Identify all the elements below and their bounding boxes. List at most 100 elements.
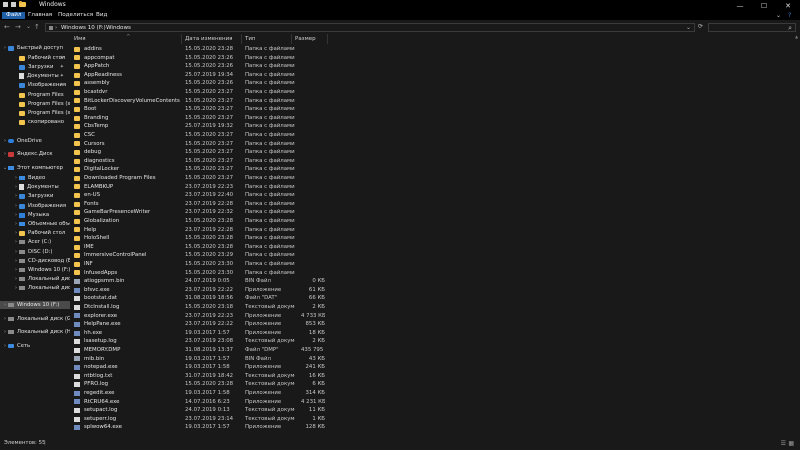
expand-chevron-icon[interactable]: › [14,212,18,218]
sidebar-item[interactable]: Рабочий стол ✦ [0,54,70,62]
file-row[interactable]: diagnostics 15.05.2020 23:27 Папка с файла… [71,157,800,166]
expand-chevron-icon[interactable]: › [3,343,7,349]
expand-chevron-icon[interactable]: › [3,316,7,322]
breadcrumb-windows[interactable]: Windows [106,24,131,32]
column-name[interactable]: Имя ^ [71,34,182,44]
file-row[interactable]: RtCRU64.exe 14.07.2016 6:23 Приложение 4 23… [71,398,800,407]
file-row[interactable]: bcastdvr 15.05.2020 23:27 Папка с файлами [71,88,800,97]
expand-chevron-icon[interactable]: › [14,285,18,291]
sidebar-item[interactable]: › Windows 10 (F:) [0,266,70,274]
expand-chevron-icon[interactable]: ⌄ [3,165,7,171]
sidebar-item[interactable]: Program Files (x86) [0,109,70,117]
expand-chevron-icon[interactable]: › [14,221,18,227]
expand-chevron-icon[interactable]: › [3,329,7,335]
file-row[interactable]: Branding 15.05.2020 23:27 Папка с файлами [71,114,800,123]
file-row[interactable]: INF 15.05.2020 23:30 Папка с файлами [71,260,800,269]
large-icons-view-icon[interactable]: ▦ [788,440,794,447]
column-date[interactable]: Дата изменения [182,34,242,44]
file-row[interactable]: hh.exe 19.03.2017 1:57 Приложение 18 КБ [71,329,800,338]
up-arrow-icon[interactable]: ↑ [34,23,40,31]
details-view-icon[interactable]: ☰ [781,440,786,447]
file-row[interactable]: Cursors 15.05.2020 23:27 Папка с файлами [71,140,800,149]
file-row[interactable]: explorer.exe 23.07.2019 22:23 Приложение 4 … [71,312,800,321]
recent-locations-icon[interactable]: ⌄ [26,23,31,30]
help-icon[interactable]: ? [788,12,791,19]
sidebar-item[interactable]: Program Files (x86) [0,100,70,108]
file-row[interactable]: mib.bin 19.03.2017 1:57 BIN Файл 43 КБ [71,355,800,364]
maximize-button[interactable]: ☐ [752,0,776,11]
file-row[interactable]: AppReadiness 25.07.2019 19:34 Папка с файл… [71,71,800,80]
file-row[interactable]: en-US 23.07.2019 22:40 Папка с файлами [71,191,800,200]
sidebar-item[interactable]: ⌄ Этот компьютер [0,164,70,172]
sidebar-item[interactable]: › Локальный диск (G [0,275,70,283]
file-row[interactable]: Downloaded Program Files 15.05.2020 23:27… [71,174,800,183]
search-input[interactable]: ⌕ [708,23,796,32]
file-row[interactable]: Help 23.07.2019 22:28 Папка с файлами [71,226,800,235]
ribbon-expand-icon[interactable]: ⌄ [776,12,781,19]
file-row[interactable]: AppPatch 15.05.2020 23:26 Папка с файлами [71,62,800,71]
file-row[interactable]: ImmersiveControlPanel 15.05.2020 23:29 Пап… [71,251,800,260]
sidebar-item[interactable]: › Документы [0,183,70,191]
file-row[interactable]: assembly 15.05.2020 23:26 Папка с файлами [71,79,800,88]
expand-chevron-icon[interactable]: › [14,175,18,181]
sidebar-item[interactable]: › Acer (C:) [0,238,70,246]
expand-chevron-icon[interactable]: › [14,258,18,264]
breadcrumb-separator[interactable]: › [100,24,102,32]
sidebar-item[interactable]: скопировано [0,118,70,126]
sidebar-item[interactable]: Program Files [0,91,70,99]
sidebar-item[interactable]: › OneDrive [0,137,70,145]
sidebar-item[interactable]: Документы ✦ [0,72,70,80]
sidebar-item[interactable]: › Загрузки [0,192,70,200]
file-row[interactable]: bootstat.dat 31.08.2019 18:56 Файл "DAT" 66… [71,294,800,303]
file-row[interactable]: GameBarPresenceWriter 23.07.2019 22:32 Пап… [71,208,800,217]
forward-arrow-icon[interactable]: → [15,23,21,31]
file-row[interactable]: Boot 15.05.2020 23:27 Папка с файлами [71,105,800,114]
properties-icon[interactable] [11,2,16,7]
expand-chevron-icon[interactable]: › [14,193,18,199]
file-row[interactable]: HelpPane.exe 23.07.2019 22:22 Приложение 85… [71,320,800,329]
file-row[interactable]: Fonts 23.07.2019 22:28 Папка с файлами [71,200,800,209]
refresh-icon[interactable]: ⟳ [698,23,703,30]
sidebar-item[interactable]: › Локальный диск (G:) [0,315,70,323]
expand-chevron-icon[interactable]: › [3,138,7,144]
sidebar-item[interactable]: › Windows 10 (F:) [0,301,70,309]
expand-chevron-icon[interactable]: › [14,267,18,273]
sidebar-item[interactable]: Загрузки ✦ [0,63,70,71]
file-row[interactable]: HoloShell 15.05.2020 23:28 Папка с файлами [71,234,800,243]
sidebar-item[interactable]: › CD-дисковод (E:) [0,257,70,265]
back-arrow-icon[interactable]: ← [4,23,10,31]
sidebar-item[interactable]: › Сеть [0,342,70,350]
sidebar-item[interactable]: Изображения ✦ [0,81,70,89]
minimize-button[interactable]: — [728,0,752,11]
file-row[interactable]: ELAMBKUP 23.07.2019 22:23 Папка с файлами [71,183,800,192]
file-row[interactable]: bfsvc.exe 23.07.2019 22:22 Приложение 61 КБ [71,286,800,295]
file-row[interactable]: setupact.log 24.07.2019 0:13 Текстовый док… [71,406,800,415]
address-dropdown-icon[interactable]: ⌄ [686,24,691,32]
file-row[interactable]: MEMORY.DMP 31.08.2019 13:37 Файл "DMP" 435 … [71,346,800,355]
file-row[interactable]: DtcInstall.log 15.05.2020 23:18 Текстовый … [71,303,800,312]
scroll-up-icon[interactable]: ▲ [795,34,798,39]
tab-share[interactable]: Поделиться [54,12,97,19]
file-row[interactable]: PFRO.log 15.05.2020 23:28 Текстовый докуме… [71,380,800,389]
file-row[interactable]: CSC 15.05.2020 23:27 Папка с файлами [71,131,800,140]
file-row[interactable]: Globalization 15.05.2020 23:28 Папка с фай… [71,217,800,226]
expand-chevron-icon[interactable]: › [3,151,7,157]
file-row[interactable]: InfusedApps 15.05.2020 23:30 Папка с файла… [71,269,800,278]
file-row[interactable]: appcompat 15.05.2020 23:26 Папка с файлами [71,54,800,63]
sidebar-item[interactable]: › Рабочий стол [0,229,70,237]
expand-chevron-icon[interactable]: › [14,230,18,236]
sidebar-item[interactable]: › Объемные объекты [0,220,70,228]
vertical-scrollbar[interactable]: ▲ [795,34,800,438]
sidebar-item[interactable]: › Изображения [0,202,70,210]
sidebar-item[interactable]: › Быстрый доступ [0,44,70,52]
expand-chevron-icon[interactable]: › [3,302,7,308]
breadcrumb-separator[interactable]: › [55,24,57,32]
file-row[interactable]: ntbtlog.txt 31.07.2019 18:42 Текстовый док… [71,372,800,381]
expand-chevron-icon[interactable]: › [14,276,18,282]
address-bar[interactable]: › Windows 10 (F:) › Windows ⌄ [45,23,695,32]
column-type[interactable]: Тип [242,34,292,44]
tab-home[interactable]: Главная [24,12,56,19]
expand-chevron-icon[interactable]: › [3,45,7,51]
sidebar-item[interactable]: › Яндекс.Диск [0,150,70,158]
expand-chevron-icon[interactable]: › [14,203,18,209]
